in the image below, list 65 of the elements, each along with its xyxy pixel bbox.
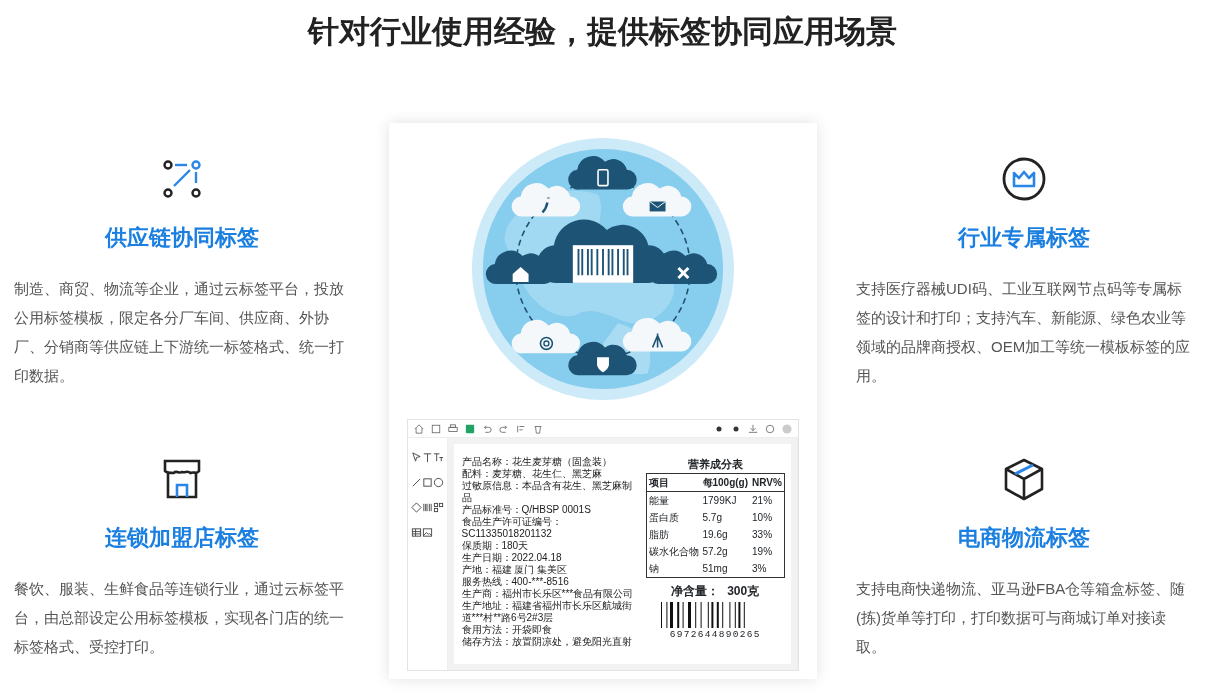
feature-description: 支持电商快递物流、亚马逊FBA仓等箱盒标签、随(拣)货单等打印，打印数据可与商城订单对接读取。	[856, 579, 1187, 657]
net-content-value: 300克	[727, 582, 760, 600]
table-cell: 10%	[750, 508, 785, 526]
save-icon[interactable]	[430, 423, 441, 434]
feature-description: 支持医疗器械UDI码、工业互联网节点码等专属标签的设计和打印；支持汽车、新能源、绿色农业等领域的品牌商授权、OEM加工等统一模板标签的应用。	[856, 279, 1191, 386]
table-cell: 21%	[750, 491, 785, 509]
label-text-line: 产品名称：花生麦芽糖（固盒装）	[461, 456, 613, 468]
table-cell: 1799KJ	[700, 491, 751, 509]
label-text-line: 保质期：180天	[461, 539, 530, 552]
label-text-line: 生产日期：2022.04.18	[461, 551, 563, 564]
label-text-line: 生产商：福州市长乐区***食品有限公司	[461, 588, 635, 600]
nutrition-title: 营养成分表	[686, 457, 744, 472]
page-title: 针对行业使用经验，提供标签协同应用场景	[306, 13, 898, 51]
excel-icon[interactable]	[464, 423, 475, 434]
table-header: 每100g(g)	[700, 473, 751, 491]
table-cell-text: 5.7g	[701, 510, 723, 525]
label-text-line: 配料：麦芽糖、花生仁、黑芝麻	[461, 468, 603, 480]
table-cell: 19%	[750, 542, 785, 560]
font-icon[interactable]	[432, 452, 444, 463]
home-icon[interactable]	[413, 423, 424, 434]
table-cell: 51mg	[700, 559, 751, 577]
barcode-number: 6972644890265	[668, 627, 762, 642]
label-text-line: 生产地址：福建省福州市长乐区航城街道***村**路6号2#3层	[461, 600, 633, 624]
label-text-line: 产品标准号：Q/HBSP 0001S	[461, 503, 592, 516]
image-icon[interactable]	[421, 527, 433, 538]
label-text-line: 食用方法：开袋即食	[461, 623, 553, 636]
table-cell-text: 19.6g	[701, 527, 729, 542]
cursor-icon[interactable]	[410, 452, 422, 463]
delete-icon[interactable]	[532, 423, 543, 434]
table-cell: 3%	[750, 559, 785, 577]
label-text-line: 服务热线：400-***-8516	[461, 575, 570, 588]
net-content-label: 净含量：	[671, 582, 720, 600]
qr-code-icon[interactable]	[432, 502, 444, 513]
diamond-icon[interactable]	[410, 502, 422, 513]
feature-description: 餐饮、服装、生鲜食品等连锁行业，通过云标签平台，由总部设定公用标签模板，实现各门店的统一标签格式、受控打印。	[14, 579, 345, 657]
feature-heading: 连锁加盟店标签	[103, 524, 260, 552]
circle-icon[interactable]	[432, 477, 444, 488]
line-icon[interactable]	[410, 477, 422, 488]
feature-heading: 供应链协同标签	[103, 224, 260, 252]
align-icon[interactable]	[515, 423, 526, 434]
table-header: 项目	[646, 473, 701, 491]
table-cell: 钠	[646, 559, 701, 577]
table-cell: 能量	[646, 491, 701, 509]
barcode-icon[interactable]	[421, 502, 433, 513]
feature-heading: 电商物流标签	[956, 524, 1091, 552]
table-header: NRV%	[750, 473, 785, 491]
table-cell: 蛋白质	[646, 508, 701, 526]
undo-icon[interactable]	[481, 423, 492, 434]
label-text-line: 储存方法：放置阴凉处，避免阳光直射	[461, 635, 633, 648]
download-icon[interactable]	[747, 423, 758, 434]
table-cell: 脂肪	[646, 525, 701, 543]
help-icon[interactable]	[764, 423, 775, 434]
label-text-line: 食品生产许可证编号：SC11335018201132	[461, 515, 563, 540]
table-cell: 33%	[750, 525, 785, 543]
rectangle-icon[interactable]	[421, 477, 433, 488]
redo-icon[interactable]	[498, 423, 509, 434]
text-icon[interactable]	[421, 452, 433, 463]
table-cell: 碳水化合物	[646, 542, 701, 560]
feature-heading: 行业专属标签	[956, 224, 1091, 252]
table-icon[interactable]	[410, 527, 422, 538]
label-text-line: 产地：福建 厦门 集美区	[461, 563, 569, 576]
label-text-line: 过敏原信息：本品含有花生、黑芝麻制品	[461, 480, 633, 504]
print-icon[interactable]	[447, 423, 458, 434]
feature-description: 制造、商贸、物流等企业，通过云标签平台，投放公用标签模板，限定各分厂车间、供应商、外协厂、分销商等供应链上下游统一标签格式、统一打印数据。	[14, 279, 345, 386]
table-cell-text: 57.2g	[701, 544, 729, 559]
